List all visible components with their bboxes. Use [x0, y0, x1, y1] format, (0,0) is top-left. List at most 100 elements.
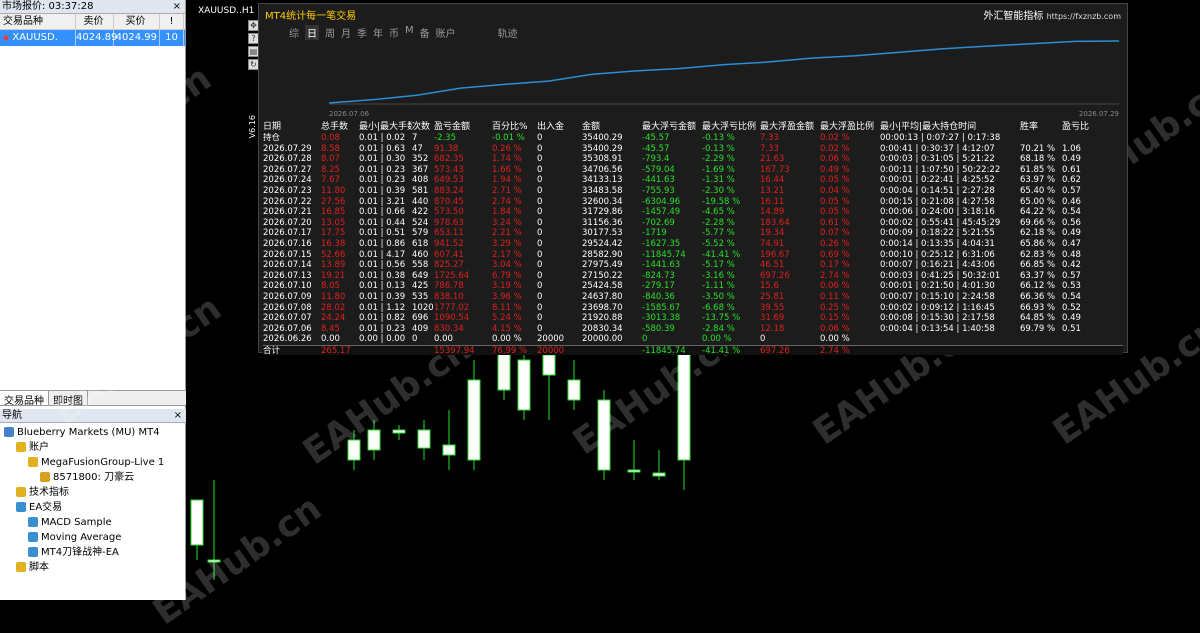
table-cell: 16.11 [760, 196, 785, 207]
table-row: 2026.07.24 7.67 0.01 | 0.23 408 649.53 1.94 %… [263, 175, 1123, 186]
table-cell: 0:00:02 | 0:55:41 | 45:45:29 [880, 217, 1001, 228]
nav-item[interactable]: 技术指标 [0, 485, 186, 500]
table-cell: 0.52 [1062, 302, 1081, 313]
table-cell: 0 [537, 291, 543, 302]
table-cell: 8.45 [321, 323, 340, 334]
table-cell: 978.63 [434, 217, 464, 228]
table-cell [359, 346, 412, 356]
table-cell: 0.04 % [820, 185, 850, 196]
table-cell: 0.06 % [820, 154, 850, 165]
table-cell: 265.17 [321, 345, 351, 356]
table-cell: 682.35 [434, 154, 464, 165]
table-cell: 352 [412, 154, 429, 165]
table-cell: 16.38 [321, 238, 346, 249]
table-cell: 15397.94 [434, 345, 475, 356]
table-cell: 21.63 [760, 154, 785, 165]
table-cell: 13.05 [321, 217, 346, 228]
link-label: 外汇智能指标 [983, 11, 1044, 22]
table-cell: 0:00:10 | 0:25:12 | 6:31:06 [880, 249, 995, 260]
navigator-tree: Blueberry Markets (MU) MT4 账户 MegaFusionGr… [0, 425, 186, 575]
table-cell: -2.35 [434, 133, 456, 143]
nav-item[interactable]: 账户 [0, 440, 186, 455]
script-icon [16, 562, 26, 572]
table-cell [412, 346, 434, 356]
table-cell: -13.75 % [702, 313, 741, 324]
table-cell: -0.13 % [702, 133, 735, 143]
stats-link[interactable]: 外汇智能指标 https://fxznzb.com [983, 7, 1121, 22]
table-cell: 20000.00 [582, 334, 623, 345]
header-bid[interactable]: 卖价 [76, 14, 114, 29]
table-row: 2026.07.10 8.05 0.01 | 0.13 425 786.78 3.19 %… [263, 281, 1123, 292]
user-icon [40, 472, 50, 482]
nav-item[interactable]: Blueberry Markets (MU) MT4 [0, 425, 186, 440]
table-cell: 0.69 % [820, 249, 850, 260]
nav-item-label: Blueberry Markets (MU) MT4 [17, 427, 160, 438]
table-cell: 69.66 % [1020, 217, 1056, 228]
version-label: V6.16 [248, 115, 257, 139]
table-cell: -279.17 [642, 281, 675, 292]
table-cell: 62.18 % [1020, 228, 1056, 239]
table-cell [1020, 346, 1062, 356]
market-watch-row[interactable]: ◆ XAUUSD. 4024.89 4024.99 10 [0, 30, 185, 46]
table-row: 2026.07.28 8.07 0.01 | 0.30 352 682.35 1.74 %… [263, 154, 1123, 165]
table-cell: 0.54 [1062, 207, 1081, 218]
table-cell: -702.69 [642, 217, 675, 228]
table-cell: 91.38 [434, 143, 459, 154]
nav-item-label: MACD Sample [41, 517, 112, 528]
table-cell: -0.13 % [702, 143, 735, 154]
table-cell: 8.58 [321, 143, 340, 154]
table-row: 2026.07.21 16.85 0.01 | 0.66 422 573.50 1.84 … [263, 207, 1123, 218]
table-cell: 盈亏金额 [434, 122, 471, 132]
table-cell: 5.24 % [492, 313, 522, 324]
table-cell: -1719 [642, 228, 667, 239]
header-ask[interactable]: 买价 [114, 14, 160, 29]
table-cell: -2.28 % [702, 217, 735, 228]
header-spread[interactable]: ! [160, 14, 184, 29]
table-cell: 4.15 % [492, 323, 522, 334]
table-cell: 11.80 [321, 185, 346, 196]
table-cell: 0.02 % [820, 143, 850, 154]
table-cell: 838.10 [434, 291, 464, 302]
nav-item[interactable]: Moving Average [0, 530, 186, 545]
header-symbol[interactable]: 交易品种 [0, 14, 76, 29]
table-row: 2026.07.14 13.89 0.01 | 0.56 558 825.27 3.04 … [263, 260, 1123, 271]
table-cell: 胜率 [1020, 122, 1039, 132]
nav-item[interactable]: EA交易 [0, 500, 186, 515]
nav-item[interactable]: 脚本 [0, 560, 186, 575]
broker-icon [4, 427, 14, 437]
nav-item[interactable]: 8571800: 刀豪云 [0, 470, 186, 485]
table-cell: 0 [537, 143, 543, 154]
close-icon[interactable]: × [173, 0, 181, 14]
stats-panel: MT4统计每一笔交易 外汇智能指标 https://fxznzb.com 综日周… [258, 3, 1128, 356]
nav-item[interactable]: MegaFusionGroup-Live 1 [0, 455, 186, 470]
table-cell: 0 [412, 334, 418, 345]
table-cell: -1457.49 [642, 207, 681, 218]
table-cell: 最大浮亏金额 [642, 122, 697, 132]
table-cell: 33483.58 [582, 185, 623, 196]
table-row: 2026.07.29 8.58 0.01 | 0.63 47 91.38 0.26 % 0 3… [263, 144, 1123, 155]
table-cell: 19.34 [760, 228, 785, 239]
candle-body [627, 469, 641, 473]
table-cell: 0.01 | 0.02 [359, 133, 406, 143]
tab-symbols[interactable]: 交易品种 [0, 391, 49, 407]
table-row: 2026.07.15 52.66 0.01 | 4.17 460 607.41 2.17 … [263, 250, 1123, 261]
table-cell: 0.57 [1062, 270, 1081, 281]
table-cell: 0.47 [1062, 238, 1081, 249]
table-cell: 24637.80 [582, 291, 623, 302]
nav-item[interactable]: MACD Sample [0, 515, 186, 530]
table-cell: 68.18 % [1020, 154, 1056, 165]
table-cell: 408 [412, 175, 429, 186]
table-cell: 20000 [537, 334, 565, 345]
table-cell: 8.11 % [492, 302, 522, 313]
table-cell: 440 [412, 196, 429, 207]
table-cell [880, 346, 1020, 356]
table-cell: -4.65 % [702, 207, 735, 218]
table-cell: -755.93 [642, 185, 675, 196]
table-cell: 0:00:06 | 0:24:00 | 3:18:16 [880, 207, 995, 218]
table-cell: 558 [412, 260, 429, 271]
close-icon[interactable]: × [174, 409, 182, 423]
table-cell: 0.01 | 1.12 [359, 302, 406, 313]
nav-item[interactable]: MT4刀锋战神-EA [0, 545, 186, 560]
table-cell: 1020 [412, 302, 434, 313]
table-cell: 2026.06.26 [263, 334, 312, 345]
